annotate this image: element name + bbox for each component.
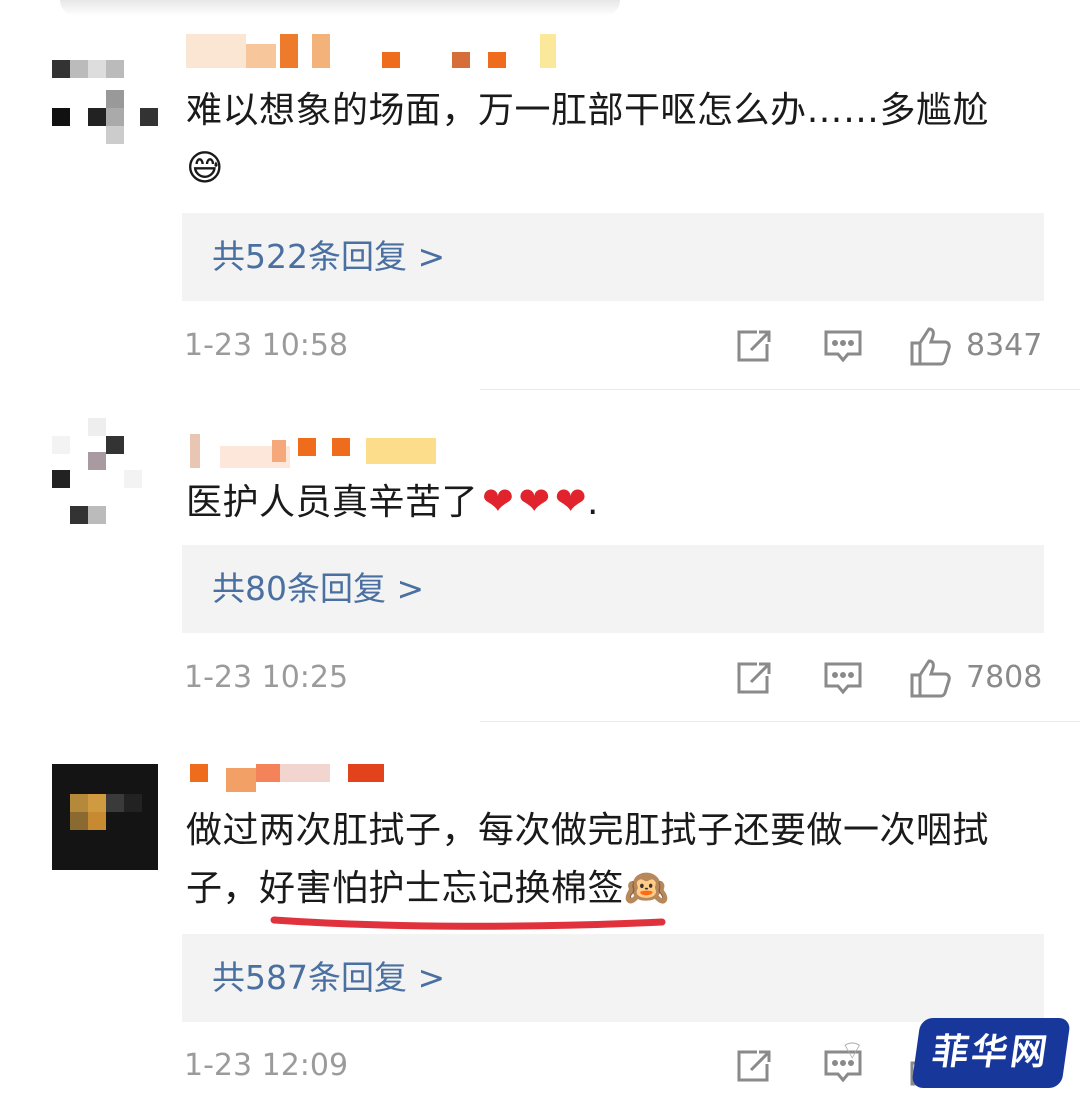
timestamp: 1-23 10:58 (184, 328, 349, 363)
comment-meta-bar: 1-23 10:58 8347 (0, 316, 1080, 376)
share-icon[interactable] (735, 1048, 773, 1084)
wechat-icon: ⌔ (840, 1036, 865, 1066)
reply-count-link[interactable]: 共587条回复 > (212, 934, 445, 1022)
heart-emoji-icon: ❤ (518, 479, 551, 523)
divider (480, 389, 1080, 390)
like-count: 7808 (966, 660, 1043, 695)
like-count: 8347 (966, 328, 1043, 363)
avatar[interactable] (52, 38, 158, 144)
sweat-smile-emoji-icon: 😅 (186, 148, 225, 189)
comment-tail: . (587, 482, 599, 523)
comment-meta-bar: 1-23 10:25 7808 (0, 648, 1080, 708)
watermark-logo: 菲华网 (911, 1018, 1071, 1088)
heart-emoji-icon: ❤ (554, 479, 588, 523)
hear-no-evil-monkey-emoji-icon: 🙉 (624, 868, 670, 909)
comment-body-line2: 子，好害怕护士忘记换棉签 (186, 868, 625, 909)
timestamp: 1-23 10:25 (184, 660, 349, 695)
comment-text: 难以想象的场面，万一肛部干呕怎么办……多尴尬 😅 (186, 82, 1046, 198)
share-icon[interactable] (735, 328, 773, 364)
username-blurred[interactable] (186, 434, 606, 468)
avatar[interactable] (52, 764, 158, 870)
red-underline-annotation (270, 916, 666, 930)
watermark: ⌔ 菲华网 (830, 1012, 1080, 1096)
reply-thread-box[interactable]: 共80条回复 > (182, 545, 1044, 633)
comment-icon[interactable] (824, 660, 862, 696)
divider (480, 721, 1080, 722)
comment-body-line1: 做过两次肛拭子，每次做完肛拭子还要做一次咽拭 (186, 810, 990, 851)
scroll-edge-shadow (60, 0, 620, 16)
reply-thread-box[interactable]: 共587条回复 > (182, 934, 1044, 1022)
reply-count-link[interactable]: 共80条回复 > (212, 545, 424, 633)
comment-body: 医护人员真辛苦了 (186, 482, 479, 523)
comment-icon[interactable] (824, 328, 862, 364)
reply-count-link[interactable]: 共522条回复 > (212, 213, 445, 301)
comment-body: 难以想象的场面，万一肛部干呕怎么办……多尴尬 (186, 90, 990, 131)
thumbs-up-icon[interactable] (910, 658, 952, 698)
comment-text: 做过两次肛拭子，每次做完肛拭子还要做一次咽拭 子，好害怕护士忘记换棉签🙉 (186, 802, 1046, 918)
avatar[interactable] (52, 414, 158, 524)
thumbs-up-icon[interactable] (910, 326, 952, 366)
username-blurred[interactable] (186, 764, 606, 798)
comment-text: 医护人员真辛苦了 ❤ ❤ ❤. (186, 472, 1046, 532)
share-icon[interactable] (735, 660, 773, 696)
timestamp: 1-23 12:09 (184, 1048, 349, 1083)
username-blurred[interactable] (186, 34, 606, 68)
reply-thread-box[interactable]: 共522条回复 > (182, 213, 1044, 301)
heart-emoji-icon: ❤ (482, 479, 515, 523)
